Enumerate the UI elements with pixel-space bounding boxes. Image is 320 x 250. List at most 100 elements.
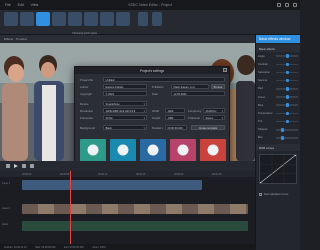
panel-section-basic[interactable]: Basic effects: [256, 45, 300, 52]
width-input[interactable]: 1920: [165, 108, 185, 113]
rgb-curve-graph[interactable]: [259, 153, 297, 185]
effect-label: Temperature: [258, 111, 273, 115]
effect-row: Contrast: [256, 60, 300, 68]
slider-handle[interactable]: [285, 62, 289, 67]
ruler-tick: 00:00:15: [136, 172, 146, 176]
blank-project-tile[interactable]: Blank project: [80, 139, 106, 168]
open-project-button[interactable]: [20, 12, 34, 26]
quick-style-button[interactable]: [36, 12, 50, 26]
framerate-label: Framerate: [80, 116, 93, 120]
frequency-label: Frequency: [188, 109, 202, 113]
monitor-icon: [207, 144, 219, 156]
effect-slider[interactable]: [276, 87, 298, 91]
audio-clip[interactable]: [22, 221, 248, 231]
effect-slider[interactable]: [276, 54, 298, 58]
channels-select[interactable]: Stereo: [203, 115, 225, 120]
prev-frame-icon[interactable]: [22, 164, 26, 168]
date-input[interactable]: 12.03.2024: [171, 91, 225, 96]
camera-icon: [177, 144, 189, 156]
device-select[interactable]: Smartphone: [103, 101, 147, 106]
effect-slider[interactable]: [276, 111, 298, 116]
ruler-tick: 00:00:05: [60, 172, 70, 176]
height-label: Height: [152, 116, 161, 120]
style-6-button[interactable]: [116, 12, 130, 26]
effect-label: Gamma: [258, 79, 268, 83]
height-input[interactable]: 1080: [165, 115, 185, 120]
slider-handle[interactable]: [285, 111, 289, 116]
duration-input[interactable]: 00:00:30.000: [165, 125, 187, 130]
ruler-tick: 00:00:25: [212, 172, 222, 176]
background-label: Background: [80, 126, 95, 130]
copyright-input[interactable]: © 2024: [103, 91, 147, 96]
effect-label: Blue: [258, 103, 264, 107]
slider-handle[interactable]: [285, 70, 289, 75]
import-content-tile[interactable]: Import content: [140, 139, 166, 168]
effect-slider[interactable]: [276, 128, 298, 132]
effect-slider[interactable]: [276, 62, 298, 67]
vsdc-editor-window: File Edit View VSDC Video Editor - Proje…: [0, 0, 300, 250]
author-input[interactable]: Eugene Fishkin: [103, 84, 147, 89]
slider-handle[interactable]: [285, 119, 289, 124]
checkbox-label: Fast calculation curves: [264, 193, 289, 197]
checkbox-box[interactable]: [259, 193, 262, 197]
effects-panel: Basic effects window Basic effects Angle…: [255, 35, 300, 250]
close-icon[interactable]: [293, 3, 297, 7]
slider-handle[interactable]: [281, 128, 285, 132]
dialog-title-text: Project's settings: [140, 68, 164, 73]
status-end: End: 00:00:30.000: [64, 245, 84, 249]
playhead[interactable]: [70, 171, 71, 250]
slider-handle[interactable]: [285, 78, 289, 83]
play-icon[interactable]: [14, 164, 18, 168]
slider-handle[interactable]: [285, 103, 289, 107]
project-type-tiles: Blank project Create slideshow Import co…: [80, 139, 226, 168]
maximize-icon[interactable]: [285, 3, 289, 7]
effect-slider[interactable]: [276, 103, 298, 107]
frequency-select[interactable]: 44100 Hz: [203, 108, 225, 113]
ruler-tick: 00:00:10: [98, 172, 108, 176]
effect-label: Contrast: [258, 62, 268, 66]
add-object-button[interactable]: [152, 12, 162, 26]
capture-video-tile[interactable]: Capture video: [170, 139, 196, 168]
effect-slider[interactable]: [276, 70, 298, 75]
video-clip-1[interactable]: [22, 180, 202, 190]
style-3-button[interactable]: [68, 12, 82, 26]
effect-row: Blur: [256, 134, 300, 142]
style-5-button[interactable]: [100, 12, 114, 26]
effect-slider[interactable]: [276, 136, 298, 140]
style-4-button[interactable]: [84, 12, 98, 26]
style-2-button[interactable]: [52, 12, 66, 26]
publisher-input[interactable]: Flash-Integro, LLC: [171, 84, 209, 89]
ruler-tick: 00:00:20: [174, 172, 184, 176]
background-select[interactable]: Black: [103, 125, 147, 130]
panel-section-curves[interactable]: RGB curves: [256, 144, 300, 152]
effect-slider[interactable]: [276, 78, 298, 83]
effect-slider[interactable]: [276, 95, 298, 99]
slideshow-tile[interactable]: Create slideshow: [110, 139, 136, 168]
create-template-button[interactable]: Create template: [191, 125, 225, 130]
framerate-select[interactable]: 30 fps: [103, 115, 147, 120]
slider-handle[interactable]: [285, 54, 289, 58]
sub-toolbar: Effects · Timeline: [0, 35, 255, 43]
stop-icon[interactable]: [6, 164, 10, 168]
status-start: Start: 00:00:00.000: [35, 245, 56, 249]
dialog-close-icon[interactable]: ×: [223, 68, 227, 73]
screen-capture-tile[interactable]: Screen capture: [200, 139, 226, 168]
slideshow-icon: [117, 144, 129, 156]
project-file-input[interactable]: Untitled: [103, 77, 225, 82]
more-styles-button[interactable]: [138, 12, 148, 26]
next-frame-icon[interactable]: [30, 164, 34, 168]
slider-handle[interactable]: [285, 87, 289, 91]
resolution-select[interactable]: 1920x1080 (Full HD) 16:9: [103, 108, 147, 113]
import-icon: [147, 144, 159, 156]
effect-slider[interactable]: [276, 119, 298, 124]
effect-label: Tint: [258, 120, 263, 124]
slider-handle[interactable]: [281, 136, 285, 140]
timeline[interactable]: 00:00:00 00:00:05 00:00:10 00:00:15 00:0…: [0, 171, 255, 250]
slider-handle[interactable]: [285, 95, 289, 99]
browse-button[interactable]: Browse: [211, 84, 225, 89]
fast-curves-checkbox[interactable]: Fast calculation curves: [256, 192, 300, 197]
effect-label: Angle: [258, 54, 265, 58]
video-clip-2[interactable]: [22, 204, 248, 214]
minimize-icon[interactable]: [277, 3, 281, 7]
new-project-button[interactable]: [4, 12, 18, 26]
